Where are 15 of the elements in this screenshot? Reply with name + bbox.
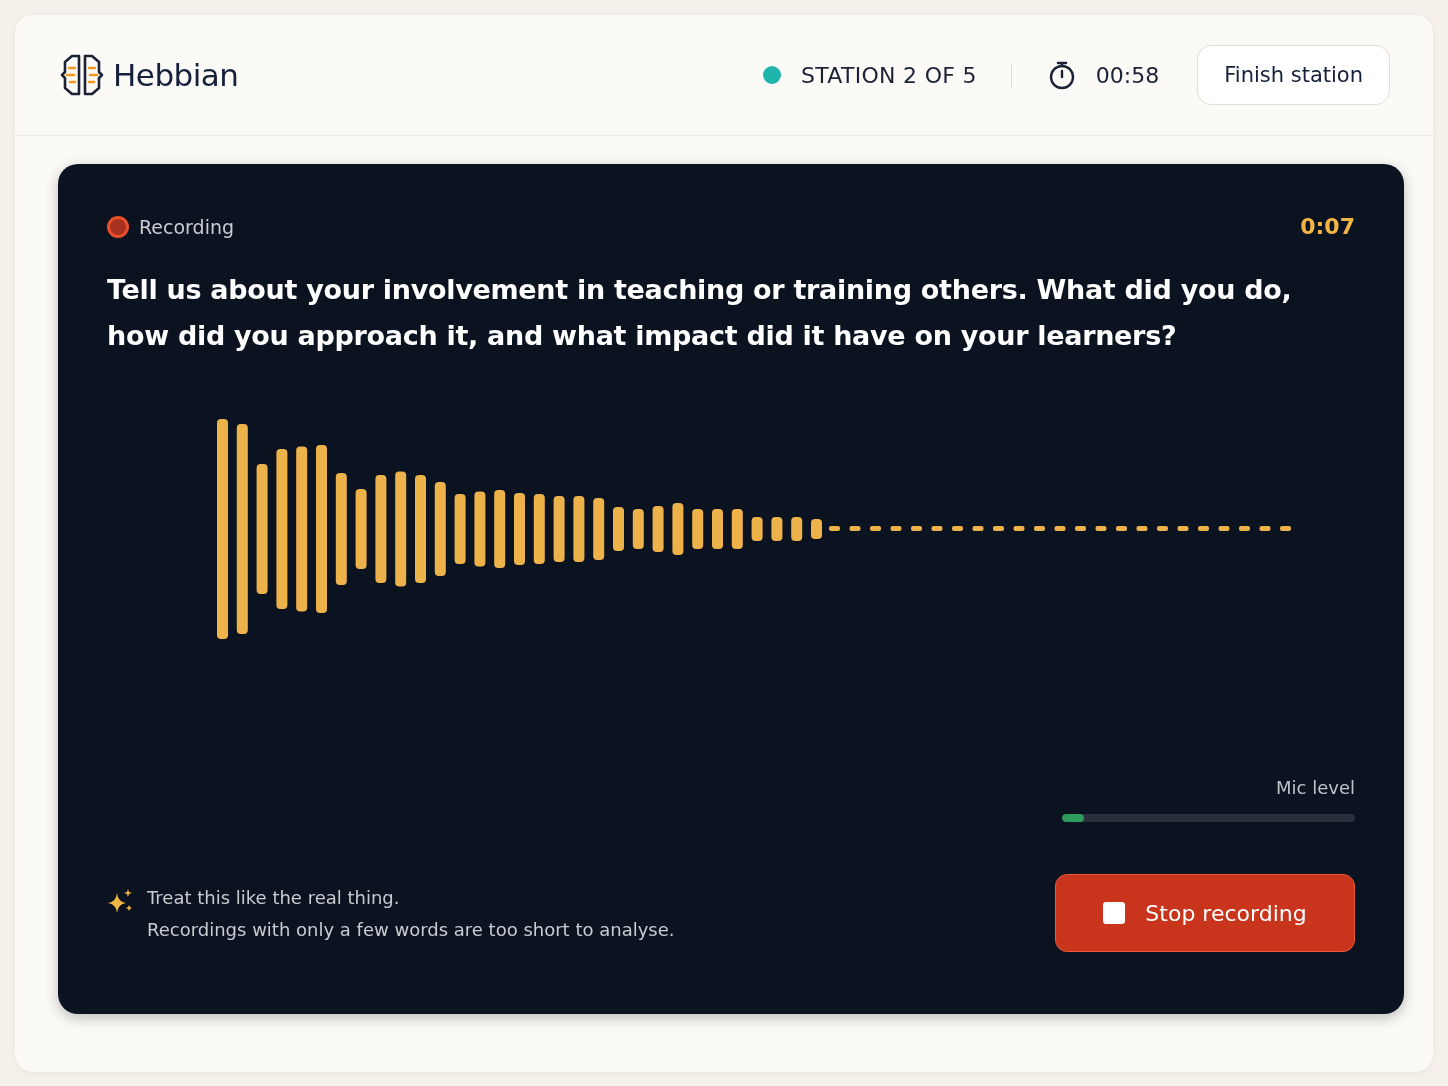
brain-logo-icon [59,52,105,98]
stop-icon [1103,902,1126,924]
tip-text: Treat this like the real thing. [147,886,401,908]
mic-level-label: Mic level [1276,777,1355,798]
recording-status: Recording [139,215,235,238]
brand-name: Hebbian [113,57,239,93]
finish-station-button[interactable]: Finish station [1197,45,1390,105]
question-text: Tell us about your involvement in teaching or training others. What did you do, how did you approach it, and what impact did it have on your learners? [107,273,1293,353]
tip-text: Recordings with only a few words are too short to analyse. [147,918,675,940]
stop-recording-button[interactable]: Stop recording [1055,874,1355,952]
station-label: STATION 2 OF 5 [800,62,977,88]
stopwatch-icon [1047,60,1076,90]
elapsed-time: 0:07 [1300,214,1355,239]
recording-icon [107,215,129,238]
timer-text: 00:58 [1095,62,1160,88]
